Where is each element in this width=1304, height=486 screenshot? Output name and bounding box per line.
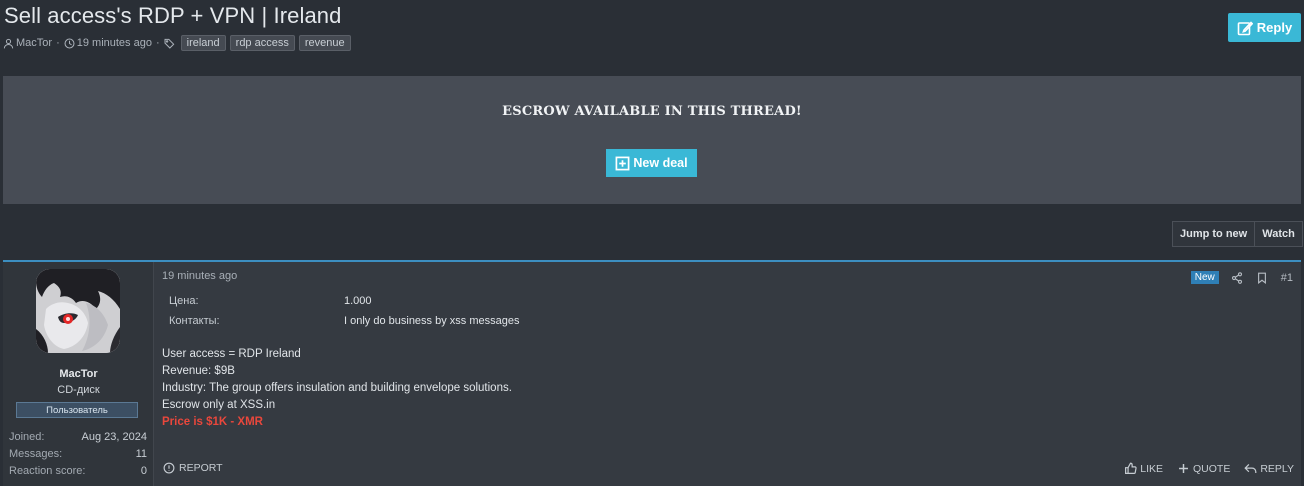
field-label: Цена: — [169, 295, 199, 307]
escrow-banner: ESCROW AVAILABLE IN THIS THREAD! New dea… — [3, 76, 1301, 204]
field-label: Контакты: — [169, 315, 220, 327]
post-reply-button[interactable]: REPLY — [1244, 462, 1294, 475]
post-tools: New #1 — [1190, 271, 1293, 284]
tag-ireland[interactable]: ireland — [180, 35, 226, 51]
report-button[interactable]: REPORT — [163, 462, 223, 474]
stat-value: Aug 23, 2024 — [81, 430, 147, 443]
quote-label: QUOTE — [1193, 462, 1231, 475]
report-label: REPORT — [179, 462, 223, 474]
escrow-title: ESCROW AVAILABLE IN THIS THREAD! — [502, 104, 802, 119]
field-price: Цена: 1.000 — [169, 295, 769, 315]
watch-button[interactable]: Watch — [1254, 222, 1302, 246]
reply-icon — [1244, 464, 1257, 473]
user-stats: Joined: Aug 23, 2024 Messages: 11 Reacti… — [9, 428, 147, 479]
avatar-image — [36, 269, 120, 353]
bookmark-icon[interactable] — [1256, 272, 1268, 284]
quote-button[interactable]: QUOTE — [1177, 462, 1230, 475]
post-body: User access = RDP Ireland Revenue: $9B I… — [162, 346, 512, 431]
stat-label: Reaction score: — [9, 464, 86, 477]
stat-reaction-score: Reaction score: 0 — [9, 462, 147, 479]
post-actions: LIKE QUOTE REPLY — [1110, 462, 1294, 475]
user-title: CD-диск — [57, 384, 100, 396]
meta-separator: · — [155, 37, 160, 49]
body-line: Escrow only at XSS.in — [162, 399, 276, 411]
post-username[interactable]: MacTor — [3, 368, 154, 380]
reply-button[interactable]: Reply — [1228, 13, 1301, 42]
new-badge: New — [1190, 271, 1219, 284]
thread-title: Sell access's RDP + VPN | Ireland — [4, 3, 342, 28]
like-button[interactable]: LIKE — [1124, 462, 1163, 475]
price-line: Price is $1K - XMR — [162, 416, 263, 428]
post-number[interactable]: #1 — [1281, 272, 1293, 284]
thread-author[interactable]: MacTor — [16, 37, 52, 49]
body-line: Industry: The group offers insulation an… — [162, 382, 512, 394]
stat-value: 0 — [140, 464, 147, 477]
stat-value[interactable]: 11 — [136, 448, 147, 460]
stat-label: Messages: — [9, 447, 63, 460]
field-value: 1.000 — [344, 295, 372, 307]
tag-rdp-access[interactable]: rdp access — [229, 35, 295, 51]
post: MacTor CD-диск Пользователь Joined: Aug … — [3, 260, 1301, 486]
stat-joined: Joined: Aug 23, 2024 — [9, 428, 147, 445]
avatar[interactable] — [36, 269, 120, 353]
edit-icon — [1237, 20, 1253, 35]
tag-revenue[interactable]: revenue — [298, 35, 351, 51]
thread-action-group: Jump to new Watch — [1172, 221, 1303, 247]
reply-button-label: Reply — [1256, 20, 1293, 35]
plus-icon — [1179, 464, 1188, 473]
body-line: User access = RDP Ireland — [162, 348, 301, 360]
field-contacts: Контакты: I only do business by xss mess… — [169, 315, 769, 335]
new-deal-button[interactable]: New deal — [606, 149, 697, 177]
user-cell: MacTor CD-диск Пользователь Joined: Aug … — [3, 262, 154, 486]
meta-separator: · — [56, 37, 60, 49]
share-icon[interactable] — [1231, 271, 1243, 284]
plus-square-icon — [615, 156, 630, 170]
field-value: I only do business by xss messages — [344, 315, 520, 327]
like-icon — [1125, 462, 1137, 474]
thread-time[interactable]: 19 minutes ago — [77, 37, 152, 49]
body-line: Revenue: $9B — [162, 365, 235, 377]
thread-meta: MacTor · 19 minutes ago · ireland rdp ac… — [3, 35, 351, 51]
report-icon — [163, 462, 175, 474]
jump-to-new-button[interactable]: Jump to new — [1173, 222, 1254, 246]
stat-label: Joined: — [9, 430, 45, 443]
like-label: LIKE — [1140, 462, 1163, 475]
user-icon — [3, 38, 14, 48]
post-time[interactable]: 19 minutes ago — [162, 270, 237, 282]
custom-fields: Цена: 1.000 Контакты: I only do business… — [169, 295, 769, 335]
tag-icon — [164, 38, 174, 49]
new-deal-label: New deal — [633, 156, 688, 170]
user-banner: Пользователь — [16, 402, 138, 418]
stat-messages: Messages: 11 — [9, 445, 147, 462]
clock-icon — [64, 38, 75, 48]
post-reply-label: REPLY — [1260, 462, 1294, 475]
